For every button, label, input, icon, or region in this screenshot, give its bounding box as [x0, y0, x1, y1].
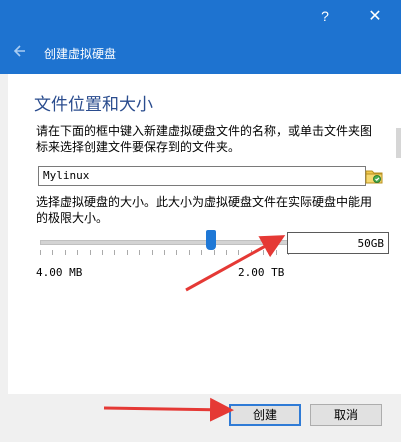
slider-tick — [238, 250, 240, 255]
close-icon[interactable]: ✕ — [360, 5, 390, 27]
file-name-input[interactable]: Mylinux — [38, 166, 366, 186]
slider-tick — [52, 250, 54, 255]
slider-tick — [102, 250, 103, 255]
location-description: 请在下面的框中键入新建虚拟硬盘文件的名称，或单击文件夹图标来选择创建文件要保存到… — [36, 124, 373, 154]
slider-tick — [64, 250, 66, 255]
slider-tick — [114, 250, 116, 255]
slider-tick — [176, 250, 178, 255]
create-button[interactable]: 创建 — [229, 404, 301, 426]
slider-tick — [40, 250, 41, 255]
slider-tick — [213, 250, 215, 255]
max-size-label: 2.00 TB — [238, 266, 285, 279]
wizard-content: 文件位置和大小 请在下面的框中键入新建虚拟硬盘文件的名称，或单击文件夹图标来选择… — [8, 74, 401, 394]
wizard-title: 创建虚拟硬盘 — [44, 47, 117, 61]
slider-tick — [263, 250, 265, 255]
help-icon[interactable]: ? — [310, 5, 340, 27]
slider-tick — [139, 250, 141, 255]
slider-tick — [126, 250, 128, 255]
size-slider-track[interactable] — [40, 240, 290, 245]
title-bar: ? ✕ 创建虚拟硬盘 — [0, 0, 401, 74]
disk-size-input[interactable]: 50GB — [287, 232, 389, 254]
scrollbar[interactable] — [396, 128, 401, 158]
slider-tick — [89, 250, 91, 255]
choose-folder-button[interactable] — [364, 166, 384, 186]
back-arrow-icon[interactable] — [12, 44, 26, 62]
slider-tick — [164, 250, 165, 255]
slider-tick — [77, 250, 79, 255]
min-size-label: 4.00 MB — [36, 266, 83, 279]
folder-icon — [365, 170, 383, 184]
cancel-button[interactable]: 取消 — [310, 404, 382, 426]
arrow-left-icon — [13, 45, 25, 57]
dialog-window: ? ✕ 创建虚拟硬盘 文件位置和大小 请在下面的框中键入新建虚拟硬盘文件的名称，… — [0, 0, 401, 442]
slider-tick — [226, 250, 227, 255]
slider-tick — [250, 250, 252, 255]
slider-ticks — [40, 250, 289, 258]
slider-tick — [188, 250, 190, 255]
slider-tick — [151, 250, 153, 255]
page-title: 文件位置和大小 — [34, 95, 153, 115]
slider-tick — [275, 250, 277, 255]
size-slider-thumb[interactable] — [206, 230, 217, 250]
size-description: 选择虚拟硬盘的大小。此大小为虚拟硬盘文件在实际硬盘中能用的极限大小。 — [36, 195, 373, 225]
slider-tick — [201, 250, 203, 255]
